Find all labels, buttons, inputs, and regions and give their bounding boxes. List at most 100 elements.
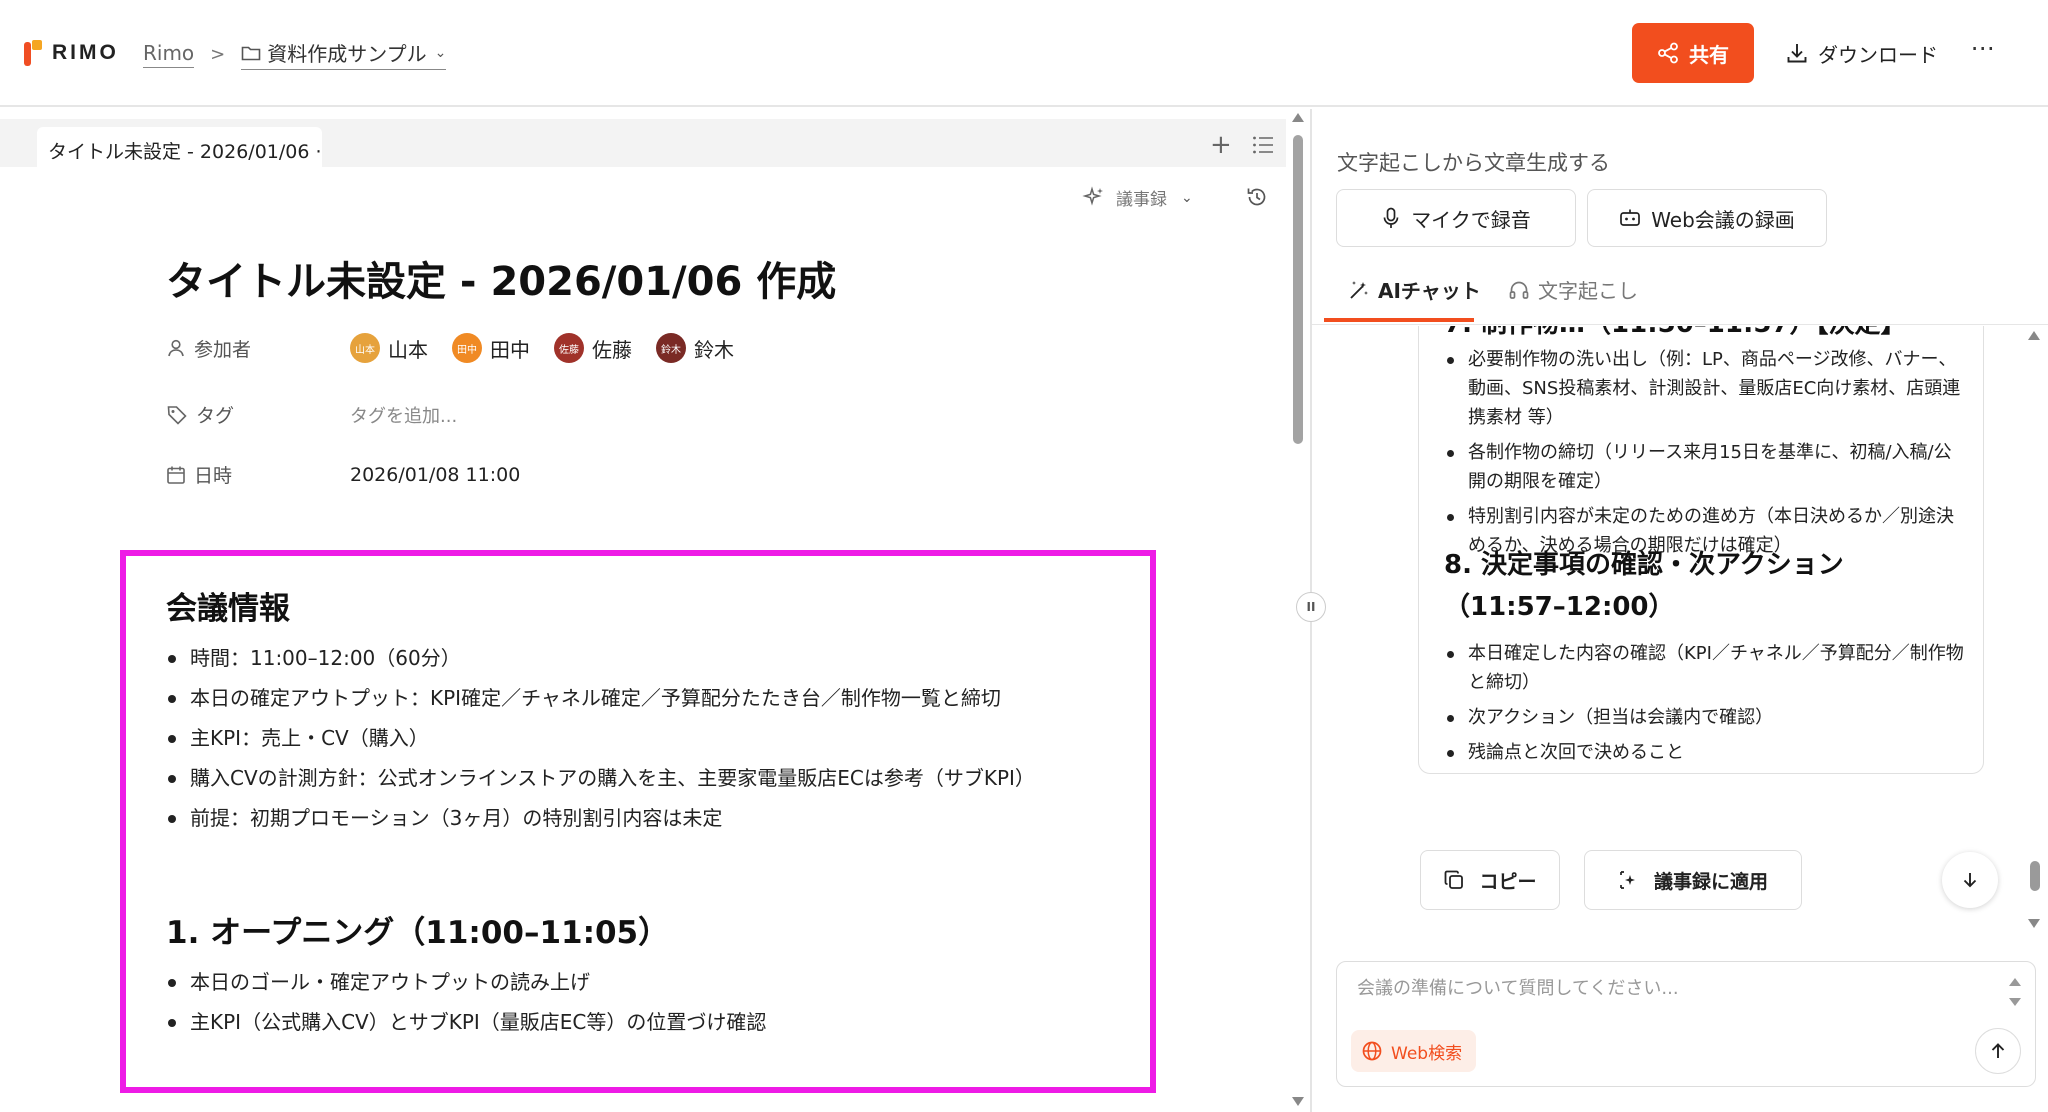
copy-label: コピー	[1479, 870, 1537, 893]
participants-label: 参加者	[166, 335, 350, 362]
chat-input-box: Web検索	[1336, 961, 2036, 1087]
date-row: 日時 2026/01/08 11:00	[166, 461, 520, 488]
tab-ai-chat-label: AIチャット	[1378, 279, 1481, 303]
card-heading: 8. 決定事項の確認・次アクション（11:57–12:00）	[1444, 550, 1844, 622]
ai-response-card: 7. 制作物…（11:50–11:57）【決定】 必要制作物の洗い出し（例：LP…	[1418, 326, 1984, 774]
headphones-icon	[1509, 281, 1529, 299]
participants-label-text: 参加者	[194, 338, 252, 361]
breadcrumb-folder-dropdown[interactable]: 資料作成サンプル ⌄	[241, 38, 447, 70]
input-scroll-up-arrow[interactable]	[2009, 978, 2021, 986]
date-label-text: 日時	[194, 465, 233, 487]
list-item: 必要制作物の洗い出し（例：LP、商品ページ改修、バナー、動画、SNS投稿素材、計…	[1444, 345, 1964, 432]
tab-ai-chat[interactable]: AIチャット	[1348, 275, 1481, 304]
participant-name: 佐藤	[592, 337, 632, 362]
participant-chip[interactable]: 田中 田中	[452, 333, 530, 363]
share-label: 共有	[1689, 42, 1729, 67]
participant-chip[interactable]: 山本 山本	[350, 333, 428, 363]
globe-icon	[1362, 1041, 1382, 1061]
copy-icon	[1445, 870, 1464, 889]
list-item: 次アクション（担当は会議内で確認）	[1444, 703, 1964, 732]
list-item: 主KPI（公式購入CV）とサブKPI（量販店EC等）の位置づけ確認	[166, 1006, 766, 1046]
logo-text: RIMO	[52, 41, 119, 64]
card-heading-partial: 7. 制作物…（11:50–11:57）【決定】	[1444, 326, 1907, 340]
scroll-to-bottom-button[interactable]	[1942, 852, 1998, 908]
list-item: 本日の確定アウトプット：KPI確定／チャネル確定／予算配分たたき台／制作物一覧と…	[166, 682, 1035, 722]
tab-transcript-label: 文字起こし	[1538, 279, 1638, 303]
section-bullet-list: 本日のゴール・確定アウトプットの読み上げ 主KPI（公式購入CV）とサブKPI（…	[166, 966, 766, 1046]
add-tab-button[interactable]: +	[1210, 132, 1232, 158]
list-item: 主KPI：売上・CV（購入）	[166, 722, 1035, 762]
breadcrumb-folder-label: 資料作成サンプル	[267, 42, 427, 66]
record-mic-label: マイクで録音	[1411, 207, 1531, 232]
download-button[interactable]: ダウンロード	[1786, 30, 1938, 76]
share-icon	[1658, 42, 1678, 64]
calendar-icon	[167, 466, 185, 484]
person-icon	[168, 339, 184, 357]
chat-input[interactable]	[1357, 978, 1957, 999]
breadcrumb-root-link[interactable]: Rimo	[143, 41, 195, 68]
microphone-icon	[1383, 207, 1399, 228]
panel-tabs: AIチャット 文字起こし	[1312, 261, 2048, 325]
chat-scrollbar-thumb[interactable]	[2030, 861, 2040, 891]
apply-to-minutes-button[interactable]: 議事録に適用	[1584, 850, 1802, 910]
top-header: RIMO Rimo > 資料作成サンプル ⌄ 共有 ダウンロード ⋯	[0, 0, 2048, 107]
folder-icon	[241, 46, 261, 60]
document-title[interactable]: タイトル未設定 - 2026/01/06 作成	[166, 249, 836, 307]
chevron-down-icon: ⌄	[434, 44, 447, 61]
date-label: 日時	[166, 461, 350, 488]
participant-chip[interactable]: 鈴木 鈴木	[656, 333, 734, 363]
apply-label: 議事録に適用	[1653, 870, 1768, 893]
participant-name: 鈴木	[694, 337, 734, 362]
tag-icon	[167, 405, 187, 425]
list-item: 購入CVの計測方針：公式オンラインストアの購入を主、主要家電量販店ECは参考（サ…	[166, 762, 1035, 802]
tag-label-text: タグ	[196, 405, 235, 427]
arrow-down-icon	[1963, 873, 1977, 888]
participant-name: 田中	[490, 337, 530, 362]
app-logo[interactable]: RIMO	[22, 38, 119, 68]
scroll-up-arrow[interactable]	[1292, 113, 1304, 122]
active-tab-indicator	[1324, 318, 1474, 322]
record-mic-button[interactable]: マイクで録音	[1336, 189, 1576, 247]
web-search-label: Web検索	[1391, 1043, 1463, 1064]
tag-label: タグ	[166, 401, 350, 428]
participant-name: 山本	[388, 337, 428, 362]
bot-icon	[1620, 209, 1641, 226]
chat-message-area[interactable]: 7. 制作物…（11:50–11:57）【決定】 必要制作物の洗い出し（例：LP…	[1312, 326, 2024, 806]
list-item: 時間：11:00–12:00（60分）	[166, 642, 1035, 682]
tab-transcript[interactable]: 文字起こし	[1508, 275, 1638, 304]
input-scroll-down-arrow[interactable]	[2009, 998, 2021, 1006]
minutes-template-dropdown[interactable]: 議事録 ⌄	[1082, 185, 1193, 210]
copy-button[interactable]: コピー	[1420, 850, 1560, 910]
history-icon[interactable]	[1245, 185, 1269, 213]
avatar: 鈴木	[656, 333, 686, 363]
list-item: 各制作物の締切（リリース来月15日を基準に、初稿/入稿/公開の期限を確定）	[1444, 438, 1964, 496]
section-heading: 1. オープニング（11:00–11:05）	[166, 915, 670, 951]
chat-scroll-down-arrow[interactable]	[2028, 919, 2040, 928]
chat-scroll-up-arrow[interactable]	[2028, 331, 2040, 340]
minutes-label: 議事録	[1116, 190, 1167, 210]
record-web-meeting-button[interactable]: Web会議の録画	[1587, 189, 1827, 247]
web-search-toggle[interactable]: Web検索	[1351, 1030, 1477, 1072]
record-web-label: Web会議の録画	[1651, 207, 1795, 232]
panel-title: 文字起こしから文章生成する	[1337, 151, 1610, 175]
breadcrumb: Rimo > 資料作成サンプル ⌄	[143, 38, 447, 70]
share-button[interactable]: 共有	[1632, 23, 1754, 83]
list-item: 本日のゴール・確定アウトプットの読み上げ	[166, 966, 766, 1006]
send-button[interactable]	[1975, 1028, 2021, 1074]
scroll-down-arrow[interactable]	[1292, 1097, 1304, 1106]
tag-input[interactable]: タグを追加...	[350, 402, 457, 428]
tab-list-icon[interactable]	[1252, 135, 1274, 159]
ai-side-panel: 文字起こしから文章生成する マイクで録音 Web会議の録画 AIチャット 文字起…	[1312, 109, 2048, 1112]
magic-wand-icon	[1350, 280, 1368, 299]
avatar: 田中	[452, 333, 482, 363]
date-value[interactable]: 2026/01/08 11:00	[350, 464, 520, 486]
apply-sparkle-icon	[1620, 871, 1635, 889]
card-bullet-list: 必要制作物の洗い出し（例：LP、商品ページ改修、バナー、動画、SNS投稿素材、計…	[1444, 345, 1964, 566]
download-icon	[1787, 44, 1807, 63]
list-item: 本日確定した内容の確認（KPI／チャネル／予算配分／制作物と締切）	[1444, 639, 1964, 697]
editor-scrollbar-thumb[interactable]	[1293, 135, 1303, 444]
breadcrumb-separator: >	[210, 43, 226, 65]
document-tab[interactable]: タイトル未設定 - 2026/01/06 ·	[37, 127, 322, 167]
more-options-button[interactable]: ⋯	[1968, 36, 1998, 66]
participant-chip[interactable]: 佐藤 佐藤	[554, 333, 632, 363]
